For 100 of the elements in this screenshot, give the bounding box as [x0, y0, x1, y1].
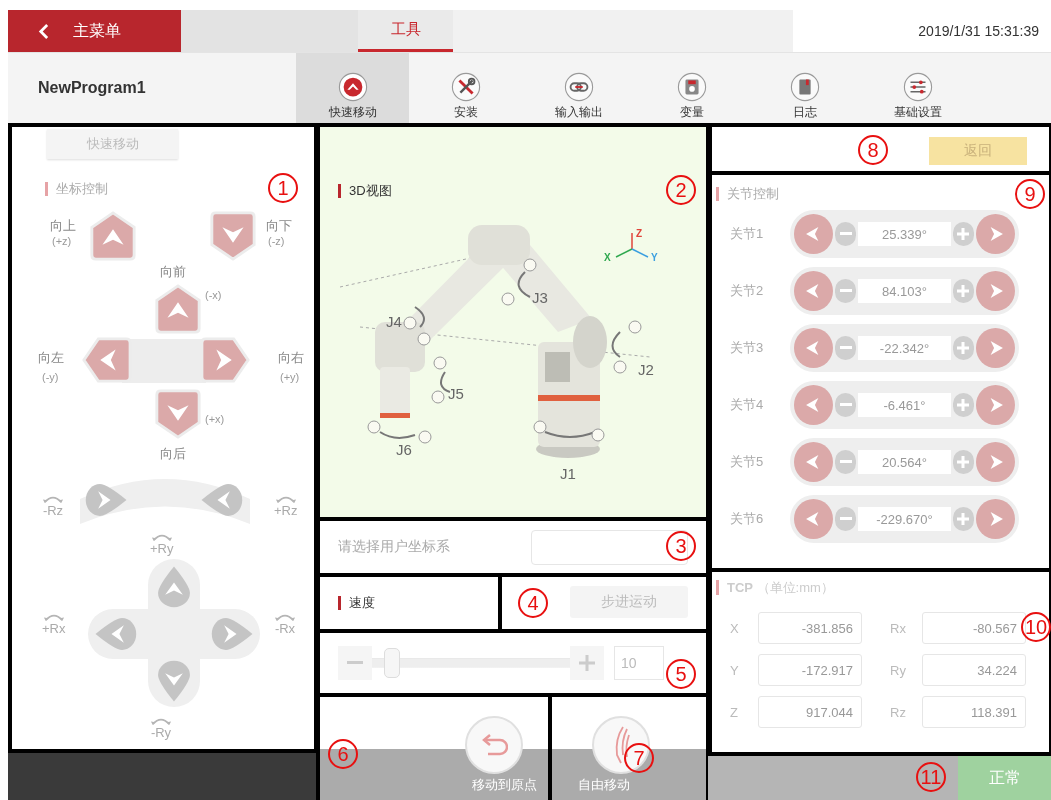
user-frame-dropdown[interactable] — [531, 529, 688, 565]
axis-label: X — [604, 252, 611, 263]
toolbar-item[interactable]: 安装 — [409, 53, 522, 123]
joint-value[interactable]: 84.103° — [858, 279, 951, 303]
date-time: 2019/1/31 15:31:39 — [917, 22, 1040, 41]
section-title: 3D视图 — [338, 184, 392, 198]
coordinate-label: Ry — [889, 662, 907, 678]
annotation-number: 6 — [328, 739, 358, 769]
minus-icon — [839, 460, 852, 464]
joint-label: J6 — [396, 441, 412, 458]
minus-button[interactable] — [834, 450, 857, 474]
link-icon — [563, 72, 594, 102]
plus-button[interactable] — [952, 507, 975, 531]
direction-label: 向左 — [38, 349, 64, 367]
main-menu-button[interactable]: 主菜单 — [8, 10, 181, 52]
plus-button[interactable] — [952, 450, 975, 474]
right-button[interactable] — [200, 335, 250, 385]
program-name: NewProgram1 — [37, 78, 147, 98]
decrease-button[interactable] — [338, 646, 372, 680]
forward-button[interactable] — [153, 284, 203, 334]
joint-decrease-button[interactable] — [794, 328, 833, 368]
annotation-number: 2 — [666, 175, 696, 205]
direction-label: 向上 — [50, 217, 76, 235]
joint-label: J1 — [560, 465, 576, 482]
toolbar-item[interactable]: 输入输出 — [522, 53, 635, 123]
slider-thumb[interactable] — [383, 648, 400, 678]
joint-label: J3 — [532, 289, 548, 306]
joint-label: 关节6 — [730, 510, 765, 528]
joint-label: 关节1 — [730, 225, 765, 243]
joint-value[interactable]: -22.342° — [858, 336, 951, 360]
minus-button[interactable] — [834, 336, 857, 360]
joint-label: 关节3 — [730, 339, 765, 357]
coordinate-value: 34.224 — [922, 654, 1026, 686]
annotation-number: 1 — [268, 173, 298, 203]
joint-label: J4 — [386, 313, 402, 330]
back-chevron-icon — [38, 23, 49, 39]
joint-increase-button[interactable] — [976, 271, 1015, 311]
toolbar-item[interactable]: 基础设置 — [861, 53, 974, 123]
minus-icon — [839, 346, 852, 350]
joint-value[interactable]: 25.339° — [858, 222, 951, 246]
axis-label: (+z) — [52, 235, 72, 247]
z-down-button[interactable] — [208, 211, 258, 261]
coordinate-value: 118.391 — [922, 696, 1026, 728]
toolbar-item[interactable]: 快速移动 — [296, 53, 409, 123]
minus-button[interactable] — [834, 393, 857, 417]
speed-input[interactable]: 10 — [614, 646, 664, 680]
joint-value[interactable]: -6.461° — [858, 393, 951, 417]
free-move-button[interactable] — [592, 716, 650, 774]
annotation-number: 3 — [666, 531, 696, 561]
direction-label: 向右 — [278, 349, 304, 367]
increase-button[interactable] — [570, 646, 604, 680]
back-button[interactable] — [153, 389, 203, 439]
coordinate-value: -80.567 — [922, 612, 1026, 644]
minus-button[interactable] — [834, 222, 857, 246]
joint-label: 关节4 — [730, 396, 765, 414]
plus-button[interactable] — [952, 222, 975, 246]
toolbar-item[interactable]: 日志 — [748, 53, 861, 123]
sliders-icon — [902, 72, 933, 102]
joint-label: 关节5 — [730, 453, 765, 471]
coordinate-value: -172.917 — [758, 654, 862, 686]
joint-label: J5 — [448, 385, 464, 402]
left-button[interactable] — [82, 335, 132, 385]
tab[interactable]: 工具 — [358, 10, 453, 52]
joint-decrease-button[interactable] — [794, 271, 833, 311]
plus-icon — [957, 228, 970, 240]
plus-button[interactable] — [952, 393, 975, 417]
minus-button[interactable] — [834, 507, 857, 531]
move-home-button[interactable] — [465, 716, 523, 774]
toolbar-item[interactable]: 变量 — [635, 53, 748, 123]
minus-icon — [839, 289, 852, 293]
plus-button[interactable] — [952, 279, 975, 303]
joint-increase-button[interactable] — [976, 385, 1015, 425]
joint-decrease-button[interactable] — [794, 385, 833, 425]
joint-decrease-button[interactable] — [794, 499, 833, 539]
joint-increase-button[interactable] — [976, 442, 1015, 482]
coordinate-label: Rz — [889, 704, 907, 720]
axis-label: (-x) — [205, 289, 222, 301]
coordinate-label: X — [729, 620, 740, 636]
plus-button[interactable] — [952, 336, 975, 360]
section-title: 速度 — [338, 596, 375, 610]
plus-icon — [957, 513, 970, 525]
annotation-number: 11 — [916, 762, 946, 792]
joint-decrease-button[interactable] — [794, 214, 833, 254]
joint-decrease-button[interactable] — [794, 442, 833, 482]
z-up-button[interactable] — [88, 211, 138, 261]
annotation-number: 7 — [624, 743, 654, 773]
annotation-number: 9 — [1015, 179, 1045, 209]
axis-label: (-y) — [42, 371, 59, 383]
joint-value[interactable]: 20.564° — [858, 450, 951, 474]
rotation-label: +Ry — [150, 542, 174, 555]
joint-increase-button[interactable] — [976, 328, 1015, 368]
minus-button[interactable] — [834, 279, 857, 303]
rotation-label: -Ry — [150, 726, 172, 739]
joint-increase-button[interactable] — [976, 499, 1015, 539]
joint-increase-button[interactable] — [976, 214, 1015, 254]
annotation-number: 10 — [1021, 612, 1051, 642]
plus-icon — [957, 342, 970, 354]
minus-icon — [839, 232, 852, 236]
joint-value[interactable]: -229.670° — [858, 507, 951, 531]
plus-icon — [579, 655, 595, 671]
